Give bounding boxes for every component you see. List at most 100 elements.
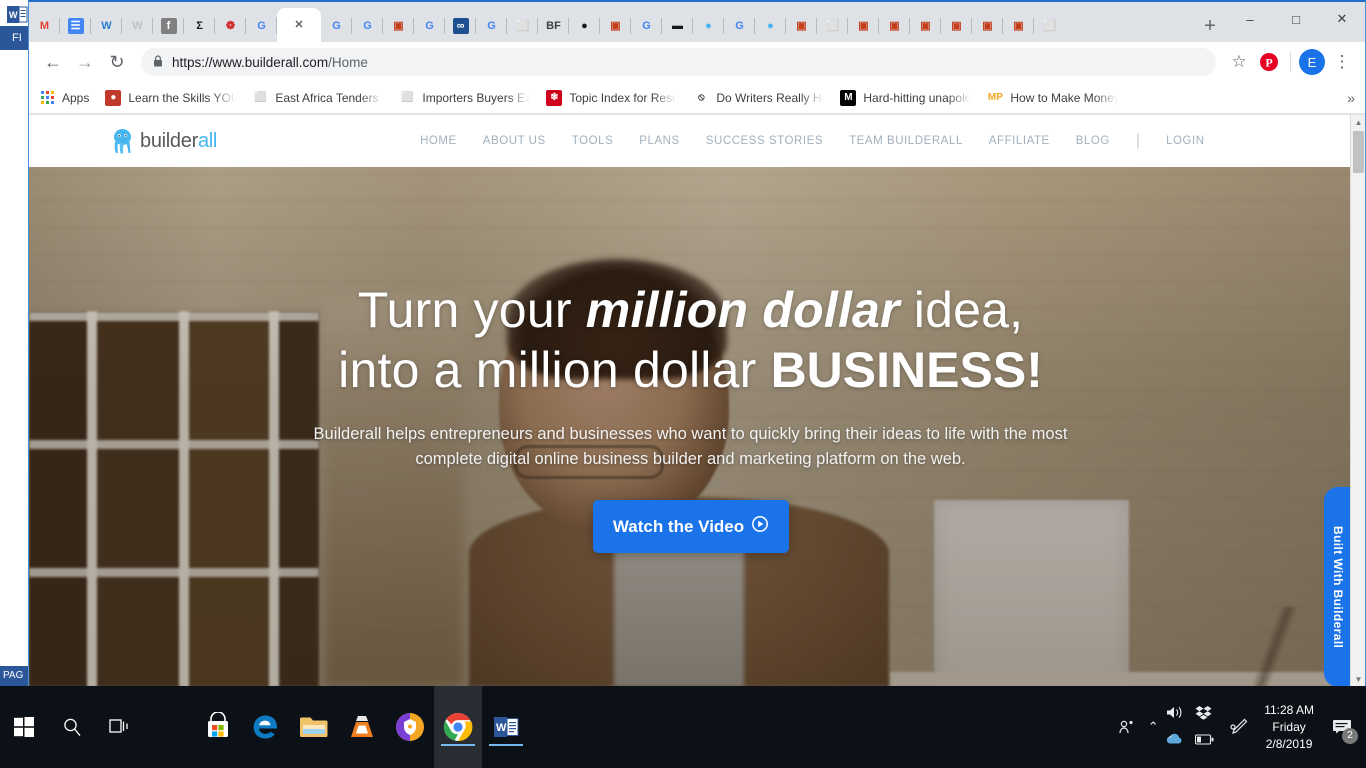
taskbar-file-explorer[interactable]	[290, 686, 338, 768]
browser-tab[interactable]: ❁	[215, 10, 246, 42]
bookmark-item[interactable]: ⦸ Do Writers Really Hav	[693, 86, 824, 110]
new-tab-button[interactable]: +	[1193, 10, 1227, 42]
close-button[interactable]: ✕	[1319, 4, 1365, 34]
page-scrollbar[interactable]: ▲ ▼	[1350, 115, 1365, 687]
browser-tab[interactable]: ⬜	[817, 10, 848, 42]
taskbar-vlc-media-player[interactable]	[338, 686, 386, 768]
browser-tab[interactable]: ▣	[910, 10, 941, 42]
clock[interactable]: 11:28 AM Friday 2/8/2019	[1252, 686, 1326, 768]
pen-workspace-icon[interactable]	[1226, 686, 1252, 768]
task-view-button[interactable]	[96, 686, 144, 768]
chrome-menu-button[interactable]: ⋮	[1327, 47, 1357, 77]
profile-avatar[interactable]: E	[1297, 47, 1327, 77]
browser-tab[interactable]: ▣	[879, 10, 910, 42]
browser-tab[interactable]: ✕	[277, 8, 321, 42]
show-hidden-icons-chevron[interactable]: ⌃	[1140, 686, 1166, 768]
scroll-down-arrow[interactable]: ▼	[1351, 672, 1366, 687]
browser-tab[interactable]: ▣	[848, 10, 879, 42]
search-button[interactable]	[48, 686, 96, 768]
browser-tab[interactable]: ▣	[383, 10, 414, 42]
browser-tab[interactable]: ▬	[662, 10, 693, 42]
browser-tab[interactable]: Σ	[184, 10, 215, 42]
nav-item-affiliate[interactable]: AFFILIATE	[989, 135, 1050, 147]
site-logo[interactable]: builderall	[112, 128, 217, 154]
browser-tab[interactable]: ∞	[445, 10, 476, 42]
powerpoint-icon: ▣	[951, 20, 962, 32]
browser-tab[interactable]: ●	[693, 10, 724, 42]
browser-tab[interactable]: ▣	[972, 10, 1003, 42]
built-with-builderall-tab[interactable]: Built With Builderall	[1324, 487, 1352, 687]
battery-icon[interactable]	[1195, 732, 1214, 750]
word-file-tab[interactable]: FI	[0, 26, 30, 50]
nav-item-login[interactable]: LOGIN	[1166, 135, 1205, 147]
browser-tab[interactable]: ▣	[600, 10, 631, 42]
dark-logo-icon: ▬	[672, 20, 683, 32]
browser-tab[interactable]: ▣	[1003, 10, 1034, 42]
taskbar-avast-secure-browser[interactable]	[386, 686, 434, 768]
taskbar-microsoft-edge[interactable]	[242, 686, 290, 768]
nav-item-tools[interactable]: TOOLS	[572, 135, 614, 147]
nav-item-success-stories[interactable]: SUCCESS STORIES	[706, 135, 823, 147]
powerpoint-icon: ▣	[796, 20, 807, 32]
browser-tab[interactable]: G	[352, 10, 383, 42]
taskbar-google-chrome[interactable]	[434, 686, 482, 768]
browser-tab[interactable]: G	[321, 10, 352, 42]
background-word-window[interactable]: W FI	[0, 0, 30, 676]
browser-tab[interactable]: M	[29, 10, 60, 42]
dropbox-icon[interactable]	[1195, 705, 1212, 725]
nav-item-team-builderall[interactable]: TEAM BUILDERALL	[849, 135, 963, 147]
nav-item-home[interactable]: HOME	[420, 135, 457, 147]
reload-button[interactable]: ↻	[101, 46, 133, 78]
browser-tab[interactable]: G	[476, 10, 507, 42]
bookmark-star-icon[interactable]: ☆	[1224, 47, 1254, 77]
browser-tab[interactable]: G	[724, 10, 755, 42]
maximize-button[interactable]: □	[1273, 4, 1319, 34]
bookmark-item[interactable]: M Hard-hitting unapolo	[840, 86, 971, 110]
browser-tab[interactable]: ●	[755, 10, 786, 42]
bookmark-label: How to Make Money	[1010, 90, 1119, 105]
forward-button[interactable]: →	[69, 46, 101, 78]
browser-tab[interactable]: ⬜	[507, 10, 538, 42]
browser-tab[interactable]: ●	[569, 10, 600, 42]
volume-icon[interactable]	[1166, 705, 1183, 725]
address-bar[interactable]: https://www.builderall.com/Home	[141, 48, 1216, 76]
site-header: builderall HOME ABOUT US TOOLS PLANS SUCCESS…	[29, 115, 1352, 167]
browser-tab[interactable]: ▣	[941, 10, 972, 42]
browser-tab[interactable]: BF	[538, 10, 569, 42]
browser-tab[interactable]: ☰	[60, 10, 91, 42]
taskbar-microsoft-word[interactable]: W	[482, 686, 530, 768]
nav-item-blog[interactable]: BLOG	[1076, 135, 1110, 147]
onedrive-icon[interactable]	[1166, 732, 1183, 750]
browser-tab[interactable]: G	[246, 10, 277, 42]
bookmark-item[interactable]: ❄ Topic Index for Resou	[546, 86, 677, 110]
nav-item-plans[interactable]: PLANS	[639, 135, 679, 147]
browser-tab[interactable]: f	[153, 10, 184, 42]
scroll-up-arrow[interactable]: ▲	[1351, 115, 1366, 130]
start-button[interactable]	[0, 686, 48, 768]
browser-tab[interactable]: W	[122, 10, 153, 42]
nav-item-about-us[interactable]: ABOUT US	[483, 135, 546, 147]
notifications-button[interactable]: 2	[1326, 686, 1360, 768]
bookmarks-overflow-button[interactable]: »	[1347, 90, 1355, 106]
bookmark-apps[interactable]: Apps	[39, 86, 89, 110]
tab-list: M ☰ W Wf Σ ❁ G ✕ G G ▣ G ∞ G ⬜ BF ● ▣ G ▬ ● G ● ▣ ⬜ ▣ ▣ ▣ ▣ ▣ ▣ ⬜	[29, 4, 1193, 42]
browser-tab[interactable]: ⬜	[1034, 10, 1065, 42]
scrollbar-thumb[interactable]	[1353, 131, 1364, 173]
bookmark-label: Hard-hitting unapolo	[863, 90, 972, 105]
people-icon[interactable]	[1114, 686, 1140, 768]
headline-emphasis: million dollar	[585, 282, 900, 338]
bookmark-item[interactable]: ● Learn the Skills YOU	[105, 86, 236, 110]
bookmark-item[interactable]: MP How to Make Money	[987, 86, 1118, 110]
bookmark-item[interactable]: ⬜ Importers Buyers Exp	[399, 86, 530, 110]
minimize-button[interactable]: –	[1227, 4, 1273, 34]
browser-tab[interactable]: G	[414, 10, 445, 42]
browser-tab[interactable]: ▣	[786, 10, 817, 42]
pinterest-extension-icon[interactable]: P	[1254, 47, 1284, 77]
taskbar-microsoft-store[interactable]	[194, 686, 242, 768]
browser-tab[interactable]: G	[631, 10, 662, 42]
watch-the-video-button[interactable]: Watch the Video	[592, 500, 789, 553]
mp-icon: MP	[987, 89, 1004, 106]
browser-tab[interactable]: W	[91, 10, 122, 42]
bookmark-item[interactable]: ⬜ East Africa Tenders -	[252, 86, 383, 110]
back-button[interactable]: ←	[37, 46, 69, 78]
